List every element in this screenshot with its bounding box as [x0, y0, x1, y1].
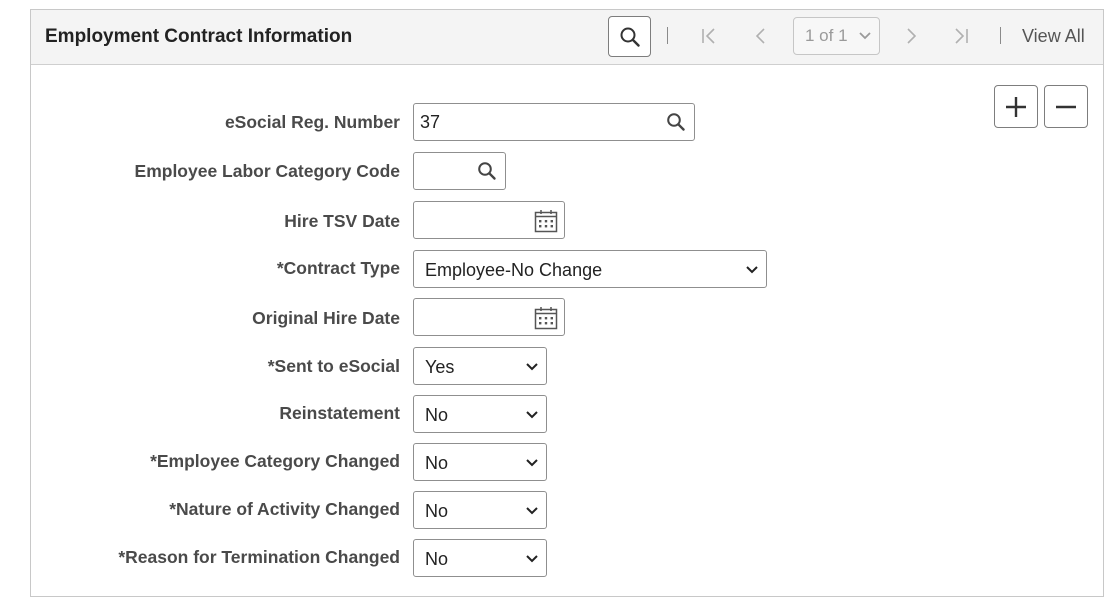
view-all-link[interactable]: View All [1022, 26, 1085, 47]
header-separator [1000, 27, 1001, 44]
hire-tsv-date-label: Hire TSV Date [284, 211, 400, 231]
last-page-button[interactable] [949, 24, 973, 48]
chevron-down-icon [526, 363, 538, 371]
reinstatement-select[interactable]: No [413, 395, 547, 433]
minus-icon [1056, 105, 1076, 108]
search-icon[interactable] [477, 161, 497, 181]
nature-of-activity-changed-label: *Nature of Activity Changed [169, 499, 400, 519]
search-icon [620, 27, 640, 47]
chevron-down-icon [526, 507, 538, 515]
sent-to-esocial-select[interactable]: Yes [413, 347, 547, 385]
contract-type-value: Employee-No Change [425, 260, 603, 280]
nature-of-activity-changed-value: No [425, 501, 449, 521]
chevron-down-icon [526, 411, 538, 419]
calendar-icon[interactable] [534, 209, 558, 233]
first-page-icon [702, 28, 715, 44]
next-page-button[interactable] [899, 24, 923, 48]
calendar-icon[interactable] [534, 306, 558, 330]
previous-page-icon [755, 28, 765, 44]
employment-contract-panel: Employment Contract Information 1 of 1 V… [30, 9, 1104, 597]
chevron-down-icon [746, 266, 758, 274]
contract-type-label: *Contract Type [276, 258, 400, 278]
original-hire-date-label: Original Hire Date [252, 308, 400, 328]
esocial-reg-number-input[interactable]: 37 [413, 103, 695, 141]
page-select[interactable]: 1 of 1 [793, 17, 880, 55]
next-page-icon [907, 28, 917, 44]
add-row-button[interactable] [994, 85, 1038, 128]
sent-to-esocial-label: *Sent to eSocial [267, 356, 400, 376]
panel-title: Employment Contract Information [45, 26, 353, 47]
esocial-reg-number-value: 37 [420, 112, 441, 132]
hire-tsv-date-input[interactable] [413, 201, 565, 239]
first-page-button[interactable] [697, 24, 721, 48]
chevron-down-icon [859, 32, 871, 40]
employee-category-changed-label: *Employee Category Changed [150, 451, 400, 471]
plus-icon [1006, 96, 1026, 117]
reason-for-termination-changed-select[interactable]: No [413, 539, 547, 577]
employee-labor-category-code-label: Employee Labor Category Code [134, 161, 400, 181]
esocial-reg-number-label: eSocial Reg. Number [224, 112, 400, 132]
header-search-button[interactable] [608, 16, 651, 57]
reinstatement-label: Reinstatement [279, 403, 400, 423]
chevron-down-icon [526, 459, 538, 467]
employee-labor-category-code-input[interactable] [413, 152, 506, 190]
employee-category-changed-select[interactable]: No [413, 443, 547, 481]
reason-for-termination-changed-label: *Reason for Termination Changed [118, 547, 400, 567]
reason-for-termination-changed-value: No [425, 549, 449, 569]
page-select-value: 1 of 1 [805, 26, 848, 45]
previous-page-button[interactable] [749, 24, 773, 48]
header-separator [667, 27, 668, 44]
original-hire-date-input[interactable] [413, 298, 565, 336]
panel-header: Employment Contract Information 1 of 1 V… [31, 10, 1103, 65]
search-icon[interactable] [666, 112, 686, 132]
employee-category-changed-value: No [425, 453, 449, 473]
chevron-down-icon [526, 555, 538, 563]
nature-of-activity-changed-select[interactable]: No [413, 491, 547, 529]
delete-row-button[interactable] [1044, 85, 1088, 128]
sent-to-esocial-value: Yes [425, 357, 455, 377]
contract-type-select[interactable]: Employee-No Change [413, 250, 767, 288]
last-page-icon [955, 28, 968, 44]
reinstatement-value: No [425, 405, 449, 425]
